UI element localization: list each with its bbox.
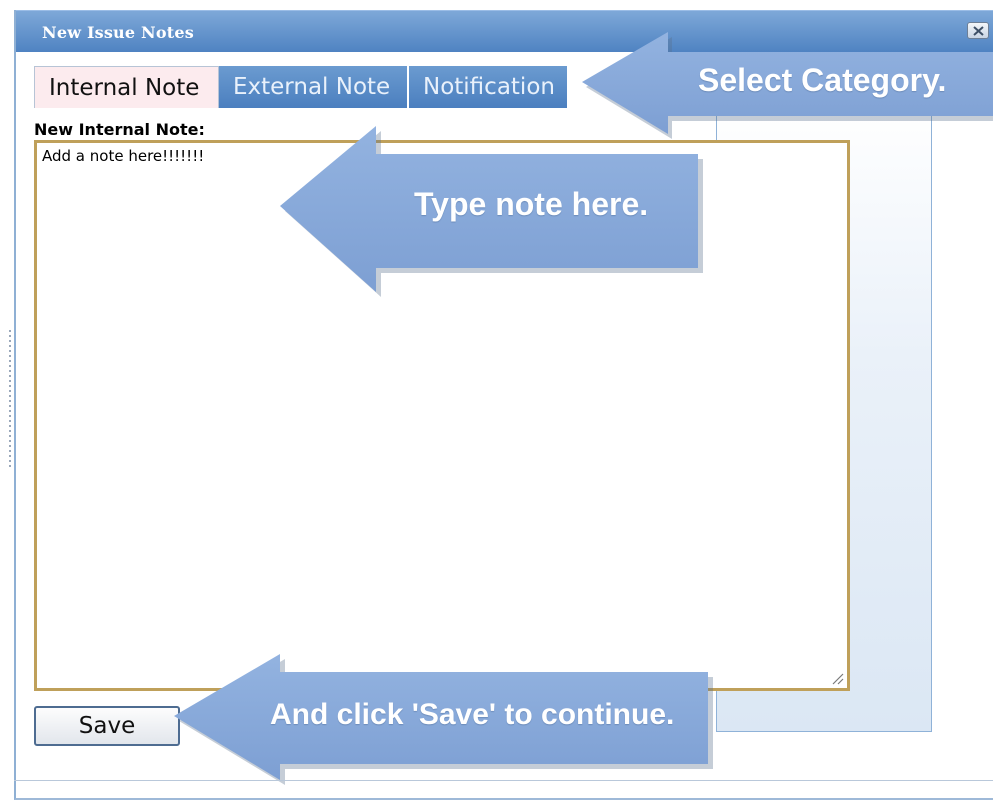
dialog-bottom-border (14, 780, 993, 781)
screenshot-stage: New Issue Notes Internal Note External N… (0, 0, 993, 805)
window-edge-divider (9, 330, 11, 470)
save-button[interactable]: Save (34, 706, 180, 746)
note-category-tabs: Internal Note External Note Notification (34, 66, 569, 108)
tab-internal-note[interactable]: Internal Note (34, 66, 219, 108)
tab-external-note[interactable]: External Note (219, 66, 409, 108)
select-category-text: Select Category. (698, 62, 947, 98)
click-save-text: And click 'Save' to continue. (270, 698, 675, 731)
tab-notification[interactable]: Notification (409, 66, 569, 108)
resize-grip-icon[interactable] (830, 671, 844, 685)
dialog-title: New Issue Notes (42, 23, 194, 42)
type-note-text: Type note here. (414, 186, 649, 222)
note-section-label: New Internal Note: (34, 120, 205, 139)
